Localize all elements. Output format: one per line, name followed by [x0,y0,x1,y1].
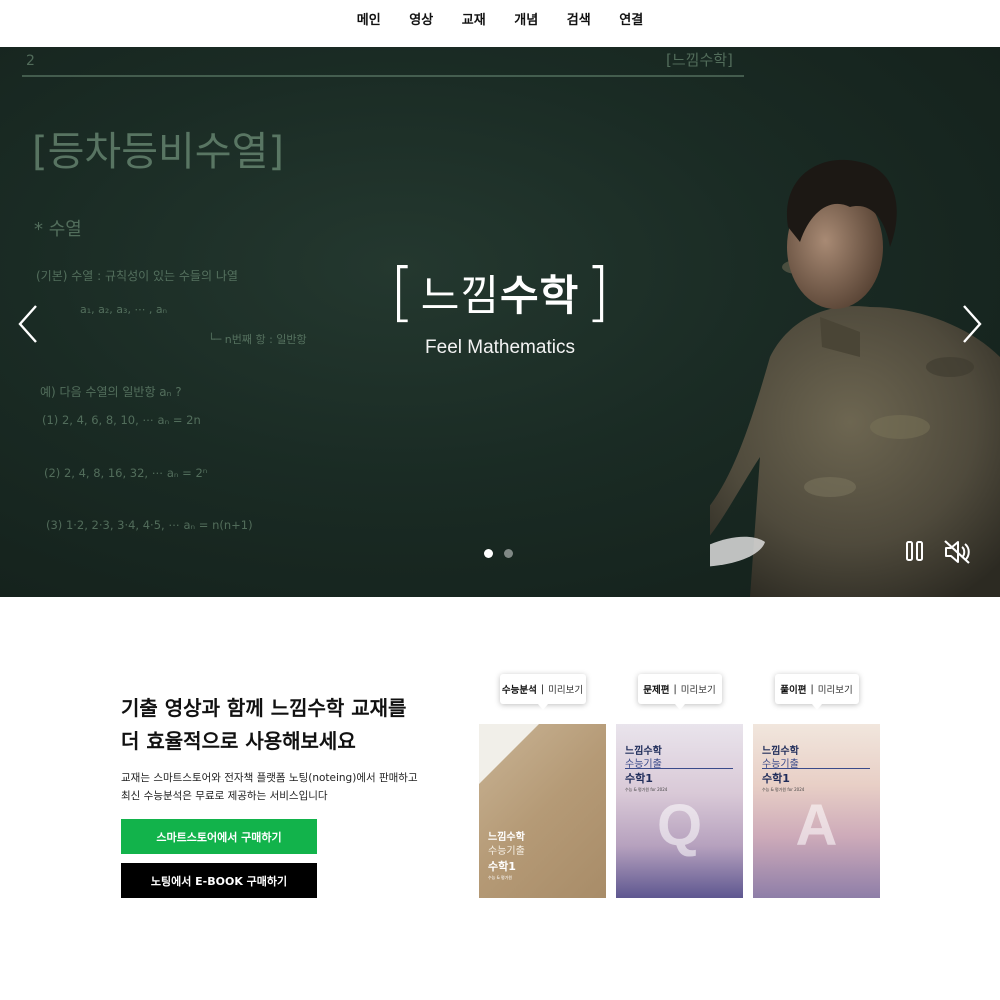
preview-label: 미리보기 [817,685,853,696]
promo-desc-line-2: 최신 수능분석은 무료로 제공하는 서비스입니다 [121,790,328,802]
book-answer-cover[interactable]: 느낌수학 수능기출 수학1 수능 & 평가원 for 2024 A [753,724,880,898]
hero-branding: [ 느낌수학 ] Feel Mathematics [0,255,1000,359]
logo-text-light: 느낌 [420,271,500,320]
board-heading: * 수열 [34,219,82,240]
hero-logo: [ 느낌수학 ] [389,255,611,330]
book-question-preview-tooltip[interactable]: 문제편 | 미리보기 [637,674,722,710]
nav-video[interactable]: 영상 [395,9,448,38]
logo-bracket-close: ] [585,255,611,330]
smartstore-buy-button[interactable]: 스마트스토어에서 구매하기 [121,819,317,854]
book-analysis-cover[interactable]: 느낌수학 수능기출 수학1 수능 & 평가원 [479,724,606,898]
chevron-right-icon[interactable] [956,302,986,346]
cover-subject: 수학1 [488,860,516,873]
board-corner-label: [느낌수학] [666,51,733,69]
logo-text: 느낌수학 [421,262,580,323]
cover-big-letter: Q [656,793,703,858]
instructor-image [710,159,1000,597]
mute-icon[interactable] [942,539,972,565]
slide-dot-2[interactable] [504,549,513,558]
board-example-2: (2) 2, 4, 8, 16, 32, ⋯ aₙ = 2ⁿ [44,466,208,480]
book-analysis: 수능분석 | 미리보기 느낌수학 수능기출 수학1 수능 & 평가원 [479,674,606,898]
board-example-3: (3) 1·2, 2·3, 3·4, 4·5, ⋯ aₙ = n(n+1) [46,518,253,532]
hero-slider: 2 [느낌수학] [등차등비수열] * 수열 (기본) 수열 : 규칙성이 있는… [0,47,1000,597]
tooltip-separator: | [673,683,677,695]
cover-subject: 수학1 [762,772,790,785]
ebook-buy-button[interactable]: 노팅에서 E-BOOK 구매하기 [121,863,317,898]
cover-subject: 수학1 [625,772,653,785]
board-title: [등차등비수열] [32,129,285,175]
board-example-1: (1) 2, 4, 6, 8, 10, ⋯ aₙ = 2n [42,413,201,427]
book-answer: 풀이편 | 미리보기 느낌수학 수능기출 수학1 수능 & 평가원 for 20… [753,674,880,898]
nav-concept[interactable]: 개념 [500,9,553,38]
promo-title-line-2: 더 효율적으로 사용해보세요 [121,729,356,753]
pause-icon[interactable] [904,539,926,563]
slide-dot-1[interactable] [484,549,493,558]
book-tag: 풀이편 [780,685,807,696]
chevron-left-icon[interactable] [14,302,44,346]
promo-desc-line-1: 교재는 스마트스토어와 전자책 플랫폼 노팅(noteing)에서 판매하고 [121,772,418,784]
nav-textbook[interactable]: 교재 [448,9,501,38]
book-question-cover[interactable]: 느낌수학 수능기출 수학1 수능 & 평가원 for 2024 Q [616,724,743,898]
nav-search[interactable]: 검색 [553,9,606,38]
hero-subtitle: Feel Mathematics [425,337,575,358]
tooltip-separator: | [540,683,545,695]
logo-text-bold: 수학 [500,271,580,320]
top-nav: 메인 영상 교재 개념 검색 연결 [0,0,1000,47]
preview-label: 미리보기 [680,685,716,696]
board-rule [22,75,744,77]
book-analysis-preview-tooltip[interactable]: 수능분석 | 미리보기 [499,674,586,710]
book-answer-preview-tooltip[interactable]: 풀이편 | 미리보기 [774,674,859,710]
slide-indicators [484,549,513,558]
cover-title: 느낌수학 [488,832,525,843]
cover-edition: 수능 & 평가원 [488,875,513,880]
textbook-promo: 기출 영상과 함께 느낌수학 교재를 더 효율적으로 사용해보세요 교재는 스마… [0,597,1000,1000]
tooltip-separator: | [810,683,814,695]
promo-description: 교재는 스마트스토어와 전자책 플랫폼 노팅(noteing)에서 판매하고 최… [121,769,418,805]
cover-rule [625,768,733,769]
board-example: 예) 다음 수열의 일반항 aₙ ? [40,385,182,399]
nav-connect[interactable]: 연결 [605,9,658,38]
book-tag: 수능분석 [501,685,537,696]
preview-label: 미리보기 [548,685,584,696]
cover-big-letter: A [795,793,838,858]
logo-bracket-open: [ [389,255,415,330]
promo-title: 기출 영상과 함께 느낌수학 교재를 더 효율적으로 사용해보세요 [121,692,406,758]
book-tag: 문제편 [643,685,670,696]
board-page-number: 2 [26,53,35,69]
nav-main[interactable]: 메인 [343,9,396,38]
book-question: 문제편 | 미리보기 느낌수학 수능기출 수학1 수능 & 평가원 for 20… [616,674,743,898]
promo-title-line-1: 기출 영상과 함께 느낌수학 교재를 [121,696,407,720]
cover-rule [762,768,870,769]
cover-subtitle: 수능기출 [488,846,525,857]
